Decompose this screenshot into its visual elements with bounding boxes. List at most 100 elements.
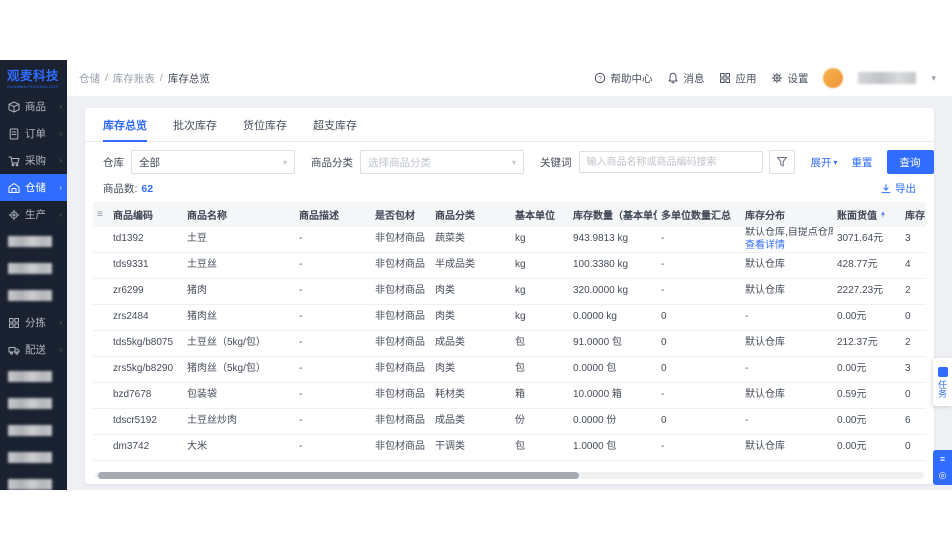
tab-库存总览[interactable]: 库存总览 [103,108,147,142]
reset-button[interactable]: 重置 [850,155,875,170]
cell-qty: 0.0000 包 [569,356,657,383]
breadcrumb-item[interactable]: 仓储 [79,71,100,86]
cell-qty: 91.0000 包 [569,330,657,357]
sidebar-item-production[interactable]: 生产 › [0,201,67,228]
cell-unit: kg [511,227,569,253]
sidebar-item-purchase[interactable]: 采购 › [0,147,67,174]
col-header-label: 账面货值 [837,211,877,222]
category-select[interactable]: 选择商品分类 ▾ [360,150,524,174]
expand-all-header[interactable]: ≡ [93,202,109,227]
blurred-text [8,398,52,409]
cell-pack: 非包材商品 [371,252,431,279]
sidebar-item-blurred[interactable] [0,390,67,417]
cell-unit: kg [511,278,569,305]
sidebar-item-blurred[interactable] [0,282,67,309]
cell-code: zr6299 [109,278,183,305]
cell-pack: 非包材商品 [371,278,431,305]
tab-货位库存[interactable]: 货位库存 [243,108,287,141]
warehouse-select[interactable]: 全部 ▾ [131,150,295,174]
cell-value: 0.00元 [833,356,901,383]
cell-qty: 0.0000 kg [569,304,657,331]
cell-multi: - [657,278,741,305]
cell-pack: 非包材商品 [371,434,431,461]
sidebar-item-blurred[interactable] [0,255,67,282]
cell-extra: 3 [901,356,926,383]
order-icon [8,128,20,140]
distribution-text: - [745,311,749,323]
product-count-value: 62 [141,182,154,195]
sidebar-item-warehouse[interactable]: 仓储 › [0,174,67,201]
cell-name: 土豆丝炒肉 [183,408,295,435]
sidebar-item-goods[interactable]: 商品 › [0,93,67,120]
sidebar-item-blurred[interactable] [0,444,67,471]
sidebar-item-blurred[interactable] [0,471,67,490]
warehouse-filter: 仓库 全部 ▾ [103,150,295,174]
production-icon [8,209,20,221]
scrollbar-thumb[interactable] [98,472,579,479]
cell-pack: 非包材商品 [371,408,431,435]
help-center-label: 帮助中心 [610,72,653,85]
user-menu-caret-icon[interactable]: ▾ [931,73,936,84]
sidebar-item-blurred[interactable] [0,228,67,255]
cell-desc: - [295,356,371,383]
sidebar-item-delivery[interactable]: 配送 › [0,336,67,363]
apps-label: 应用 [735,72,757,85]
cell-extra: 2 [901,330,926,357]
tab-批次库存[interactable]: 批次库存 [173,108,217,141]
cell-name: 大米 [183,434,295,461]
cell-multi: - [657,434,741,461]
cell-name: 猪肉丝 [183,304,295,331]
cell-unit: 包 [511,356,569,383]
cell-code: tdscr5192 [109,408,183,435]
inventory-overview-card: 库存总览 批次库存 货位库存 超支库存 仓库 全部 ▾ 商品分类 选择商品分类 … [85,108,934,484]
sidebar-item-sorting[interactable]: 分拣 › [0,309,67,336]
sidebar-item-orders[interactable]: 订单 › [0,120,67,147]
funnel-icon [776,156,788,168]
col-header-book-value[interactable]: 账面货值 ▲ ▼ [833,202,901,227]
cell-pack: 非包材商品 [371,304,431,331]
sidebar-item-blurred[interactable] [0,417,67,444]
table-row: tds9331 土豆丝 - 非包材商品 半成品类 kg 100.3380 kg - 默认仓库 42… [93,252,926,279]
cell-pack: 非包材商品 [371,330,431,357]
row-expand-cell [93,227,109,253]
topbar: 仓储 / 库存账表 / 库存总览 ? 帮助中心 消息 应用 设置 ▾ [67,60,952,96]
cell-dist: - [741,408,833,435]
tab-超支库存[interactable]: 超支库存 [313,108,357,141]
settings-label: 设置 [787,72,809,85]
settings-link[interactable]: 设置 [771,71,808,86]
export-label: 导出 [895,183,916,195]
messages-link[interactable]: 消息 [667,71,704,86]
gear-icon [771,72,783,84]
apps-link[interactable]: 应用 [719,71,756,86]
list-icon[interactable]: ≡ [940,455,945,464]
sidebar-menu: 商品 › 订单 › 采购 › 仓储 › 生产 › 分拣 › 配送 › [0,93,67,490]
sidebar-item-blurred[interactable] [0,363,67,390]
distribution-text: 默认仓库 [745,389,785,401]
float-task-widget[interactable]: 任务 [933,358,952,406]
cell-qty: 320.0000 kg [569,278,657,305]
row-expand-cell [93,382,109,409]
float-toolbar[interactable]: ≡ ◎ [933,450,952,485]
search-button[interactable]: 查询 [886,150,934,174]
messages-label: 消息 [683,72,705,85]
help-center-link[interactable]: ? 帮助中心 [594,71,652,86]
cell-value: 212.37元 [833,330,901,357]
export-link[interactable]: 导出 [880,181,916,196]
table-header-row: ≡ 商品编码 商品名称 商品描述 是否包材 商品分类 基本单位 库存数量（基本单位） 多单位数量… [93,202,926,227]
view-detail-link[interactable]: 查看详情 [745,240,829,252]
expand-filters-link[interactable]: 展开 ▾ [811,155,838,170]
cell-name: 猪肉 [183,278,295,305]
cell-code: bzd7678 [109,382,183,409]
keyword-input[interactable] [578,151,763,173]
breadcrumb-item[interactable]: 库存账表 [113,71,155,86]
avatar[interactable] [823,68,844,88]
service-icon[interactable]: ◎ [939,471,947,480]
col-header-category: 商品分类 [431,202,511,227]
distribution-text: - [745,363,749,375]
screenshot-stage: 观麦科技 GUANMAITECHNOLOGY 商品 › 订单 › 采购 › 仓储 › 生产 › 分拣… [0,0,952,552]
filter-funnel-button[interactable] [768,150,795,174]
horizontal-scrollbar[interactable] [95,472,924,479]
col-header-label: 库存 [905,211,925,222]
cell-pack: 非包材商品 [371,382,431,409]
distribution-text: 默认仓库 [745,441,785,453]
